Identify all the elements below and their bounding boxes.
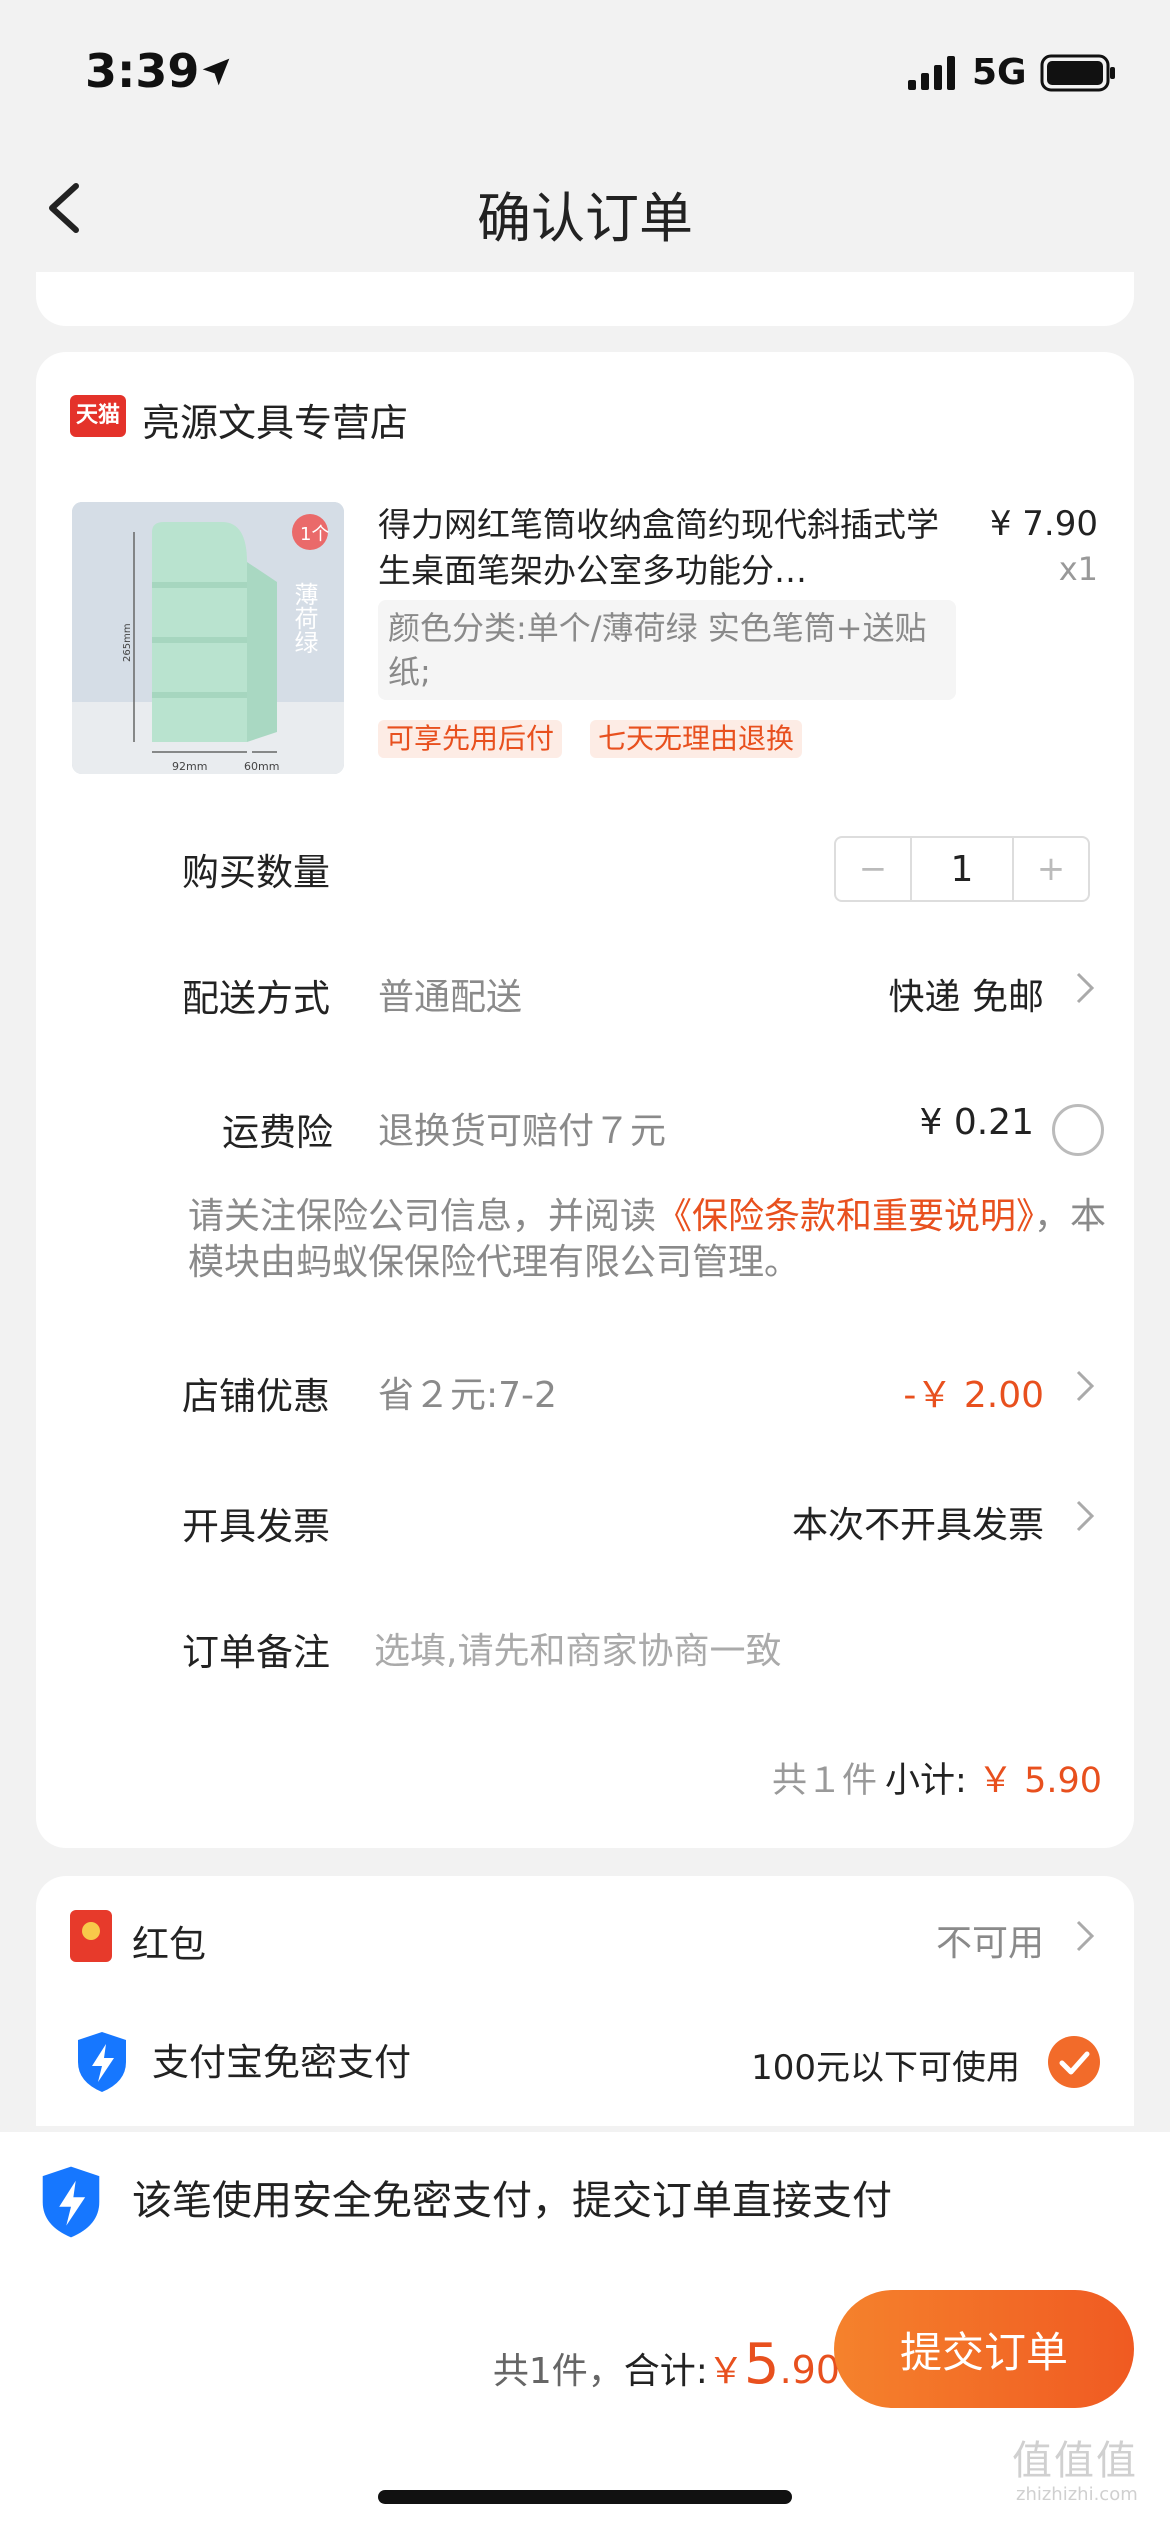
tag-free-return: 七天无理由退换	[590, 720, 803, 758]
invoice-label: 开具发票	[182, 1505, 330, 1548]
discount-label: 店铺优惠	[182, 1375, 330, 1418]
total-label: 合计:	[623, 2351, 708, 2392]
subtotal-amount: ￥ 5.90	[977, 1761, 1102, 1801]
product-title[interactable]: 得力网红笔筒收纳盒简约现代斜插式学生桌面笔架办公室多功能分…	[378, 502, 968, 594]
insurance-terms-link[interactable]: 《保险条款和重要说明》	[656, 1196, 1034, 1237]
battery-icon	[1040, 54, 1115, 92]
product-quantity: x1	[1058, 550, 1098, 588]
delivery-value[interactable]: 快递 免邮	[889, 968, 1044, 1020]
total-currency: ￥	[707, 2351, 744, 2392]
insurance-price: ¥ 0.21	[919, 1102, 1034, 1143]
product-price: ¥ 7.90	[989, 504, 1098, 544]
payment-card: 红包 不可用 支付宝免密支付 100元以下可使用	[36, 1876, 1134, 2126]
quantity-plus-button[interactable]: +	[1014, 838, 1088, 900]
quantity-value[interactable]: 1	[910, 838, 1014, 900]
bottom-bar: 该笔使用安全免密支付，提交订单直接支付 共1件，合计:￥5.90 提交订单 值值…	[0, 2132, 1170, 2532]
insurance-desc: 退换货可赔付７元	[378, 1111, 667, 1152]
quantity-label: 购买数量	[182, 851, 330, 894]
total-count: 共1件，	[492, 2351, 624, 2392]
submit-order-button[interactable]: 提交订单	[834, 2290, 1134, 2408]
tmall-logo-icon: 天猫	[70, 395, 126, 437]
store-name[interactable]: 亮源文具专营店	[142, 392, 408, 447]
invoice-value[interactable]: 本次不开具发票	[792, 1496, 1044, 1548]
insurance-note: 请关注保险公司信息，并阅读《保险条款和重要说明》，本模块由蚂蚁保保险代理有限公司…	[188, 1194, 1108, 1286]
insurance-radio[interactable]	[1052, 1104, 1104, 1156]
discount-desc: 省２元:7-2	[378, 1375, 557, 1416]
chevron-right-icon[interactable]	[1072, 968, 1098, 1008]
image-label: 薄荷绿	[290, 582, 318, 654]
chevron-right-icon[interactable]	[1072, 1366, 1098, 1406]
alipay-check[interactable]	[1048, 2036, 1100, 2088]
address-card-bottom	[36, 272, 1134, 326]
alipay-label: 支付宝免密支付	[152, 2041, 411, 2084]
hongbao-value[interactable]: 不可用	[936, 1914, 1044, 1966]
discount-value[interactable]: -￥ 2.00	[903, 1366, 1044, 1418]
red-packet-icon	[70, 1910, 112, 1962]
network-type: 5G	[972, 52, 1027, 93]
quantity-stepper[interactable]: − 1 +	[834, 836, 1090, 902]
subtotal-count: 共１件	[771, 1761, 877, 1801]
total-integer: 5	[743, 2332, 780, 2397]
subtotal: 共１件 小计: ￥ 5.90	[772, 1752, 1102, 1803]
quantity-minus-button[interactable]: −	[836, 838, 910, 900]
hongbao-label: 红包	[132, 1923, 206, 1966]
watermark-url: zhizhizhi.com	[1016, 2484, 1138, 2505]
image-badge: 1个	[300, 524, 329, 545]
checkmark-icon	[1059, 2051, 1090, 2075]
secure-shield-icon	[42, 2166, 100, 2238]
delivery-method: 普通配送	[378, 977, 523, 1018]
alipay-limit: 100元以下可使用	[751, 2048, 1020, 2088]
location-arrow-icon	[202, 58, 230, 86]
tag-pay-later: 可享先用后付	[378, 720, 563, 758]
image-dim-height: 265mm	[122, 623, 133, 662]
insurance-note-prefix: 请关注保险公司信息，并阅读	[188, 1196, 657, 1237]
remark-input[interactable]: 选填,请先和商家协商一致	[374, 1622, 781, 1674]
home-indicator[interactable]	[378, 2490, 792, 2504]
subtotal-label: 小计:	[885, 1761, 967, 1801]
product-sku[interactable]: 颜色分类:单个/薄荷绿 实色笔筒+送贴纸;	[378, 600, 956, 700]
alipay-shield-icon	[78, 2032, 126, 2092]
total-decimal: .90	[779, 2348, 840, 2392]
watermark: 值值值	[1012, 2438, 1138, 2484]
status-time: 3:39	[85, 44, 200, 98]
product-image[interactable]: 92mm 60mm 265mm 1个 薄荷绿	[72, 502, 344, 774]
image-dim-width: 92mm	[172, 760, 207, 773]
delivery-label: 配送方式	[182, 977, 330, 1020]
insurance-label: 运费险	[222, 1111, 333, 1154]
chevron-right-icon[interactable]	[1072, 1496, 1098, 1536]
cellular-signal-icon	[908, 56, 955, 90]
secure-pay-note: 该笔使用安全免密支付，提交订单直接支付	[132, 2178, 892, 2224]
remark-label: 订单备注	[182, 1631, 330, 1674]
chevron-right-icon[interactable]	[1072, 1916, 1098, 1956]
image-dim-depth: 60mm	[244, 760, 279, 773]
pen-holder-illustration: 92mm 60mm 265mm 1个 薄荷绿	[72, 502, 344, 774]
page-title: 确认订单	[477, 187, 693, 250]
store-order-card: 天猫 亮源文具专营店 92mm 60mm 265mm 1个 薄荷绿 得力网红笔筒…	[36, 352, 1134, 1848]
order-total: 共1件，合计:￥5.90	[493, 2332, 840, 2397]
nav-bar: 确认订单	[0, 150, 1170, 272]
status-bar: 3:39 5G	[0, 0, 1170, 150]
